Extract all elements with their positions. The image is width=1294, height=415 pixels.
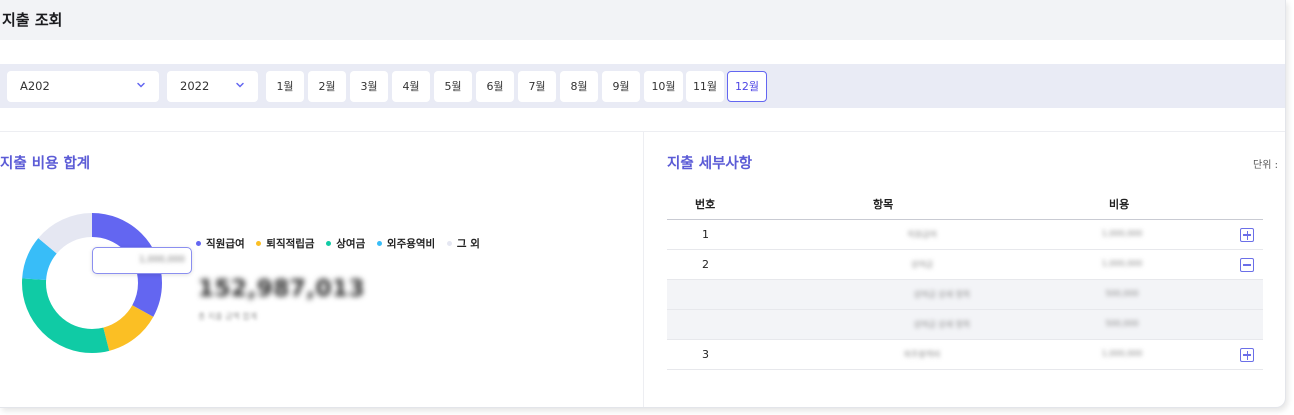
- legend-label: 그 외: [456, 238, 480, 250]
- chevron-down-icon: [236, 82, 244, 88]
- item-cell-blurred: 직원급여: [907, 230, 937, 239]
- cost-cell-blurred: 1,000,000: [1101, 259, 1143, 268]
- legend-item-outsourcing[interactable]: 외주용역비: [376, 236, 436, 251]
- year-select-value: 2022: [180, 79, 210, 93]
- cost-cell-blurred: 1,000,000: [1101, 229, 1143, 238]
- store-select[interactable]: A202: [7, 71, 159, 102]
- title-bar: 지출 조회: [0, 0, 1285, 40]
- total-subtext-blurred: 총 지출 금액 합계: [198, 312, 258, 321]
- tooltip-value-blurred: 1,000,000: [139, 255, 185, 265]
- month-button-1[interactable]: 1월: [266, 71, 304, 102]
- page-title: 지출 조회: [2, 11, 63, 29]
- cost-cell-blurred: 500,000: [1105, 289, 1139, 298]
- month-button-3[interactable]: 3월: [350, 71, 388, 102]
- chevron-down-icon: [137, 82, 145, 88]
- column-header-cost: 비용: [1109, 198, 1130, 211]
- legend-label: 상여금: [336, 238, 366, 250]
- legend-item-salary[interactable]: 직원급여: [196, 236, 245, 251]
- table-subrow: 상여금 상세 항목 500,000: [667, 280, 1263, 310]
- filter-bar: A202 2022 1월 2월 3월 4월 5월 6월 7월 8월 9월 10월…: [0, 64, 1285, 108]
- month-button-4[interactable]: 4월: [392, 71, 430, 102]
- row-number: 2: [702, 258, 709, 271]
- row-number: 3: [702, 348, 709, 361]
- table-row: 2 상여금 1,000,000: [667, 250, 1263, 280]
- legend-dot: [376, 240, 382, 246]
- expense-donut-chart: [22, 213, 162, 353]
- item-cell-blurred: 외주용역비: [903, 350, 941, 359]
- cost-cell-blurred: 500,000: [1105, 319, 1139, 328]
- total-amount: 152,987,013: [198, 276, 366, 302]
- legend-item-other[interactable]: 그 외: [446, 236, 480, 251]
- expense-inquiry-panel: 지출 조회 A202 2022 1월 2월 3월 4월 5월 6월 7월 8월 …: [0, 0, 1286, 408]
- chart-legend: 직원급여 퇴직적립금 상여금 외주용역비 그 외: [196, 236, 488, 251]
- expand-plus-icon[interactable]: [1240, 228, 1254, 242]
- legend-label: 직원급여: [206, 238, 245, 250]
- year-select[interactable]: 2022: [167, 71, 258, 102]
- expand-plus-icon[interactable]: [1240, 348, 1254, 362]
- month-button-12[interactable]: 12월: [727, 71, 767, 102]
- month-button-11[interactable]: 11월: [686, 71, 724, 102]
- legend-dot: [326, 240, 332, 246]
- month-button-10[interactable]: 10월: [644, 71, 683, 102]
- legend-item-retirement[interactable]: 퇴직적립금: [256, 236, 315, 251]
- month-button-7[interactable]: 7월: [518, 71, 556, 102]
- table-row: 1 직원급여 1,000,000: [667, 220, 1263, 250]
- legend-label: 퇴직적립금: [266, 238, 315, 250]
- expense-summary-title: 지출 비용 합계: [0, 156, 91, 172]
- legend-dot: [256, 240, 262, 246]
- expense-details-title: 지출 세부사항: [667, 156, 753, 172]
- column-divider: [643, 132, 644, 407]
- cost-cell-blurred: 1,000,000: [1101, 349, 1143, 358]
- chart-tooltip: 1,000,000: [92, 247, 192, 274]
- table-subrow: 상여금 상세 항목 500,000: [667, 310, 1263, 340]
- item-cell-blurred: 상여금 상세 항목: [913, 290, 971, 299]
- month-button-5[interactable]: 5월: [434, 71, 472, 102]
- month-button-9[interactable]: 9월: [602, 71, 640, 102]
- month-button-2[interactable]: 2월: [308, 71, 346, 102]
- column-header-item: 항목: [873, 198, 894, 211]
- table-header: 번호 항목 비용: [667, 189, 1263, 220]
- legend-dot: [446, 240, 452, 246]
- store-select-value: A202: [20, 79, 50, 93]
- legend-label: 외주용역비: [386, 238, 436, 250]
- column-header-no: 번호: [695, 198, 716, 211]
- legend-dot: [196, 240, 201, 246]
- unit-label: 단위 :: [1253, 160, 1278, 171]
- item-cell-blurred: 상여금 상세 항목: [913, 320, 971, 329]
- table-row: 3 외주용역비 1,000,000: [667, 340, 1263, 370]
- month-button-6[interactable]: 6월: [476, 71, 514, 102]
- item-cell-blurred: 상여금: [910, 260, 934, 269]
- collapse-minus-icon[interactable]: [1240, 258, 1254, 272]
- row-number: 1: [702, 228, 709, 241]
- month-button-8[interactable]: 8월: [560, 71, 598, 102]
- legend-item-bonus[interactable]: 상여금: [326, 236, 365, 251]
